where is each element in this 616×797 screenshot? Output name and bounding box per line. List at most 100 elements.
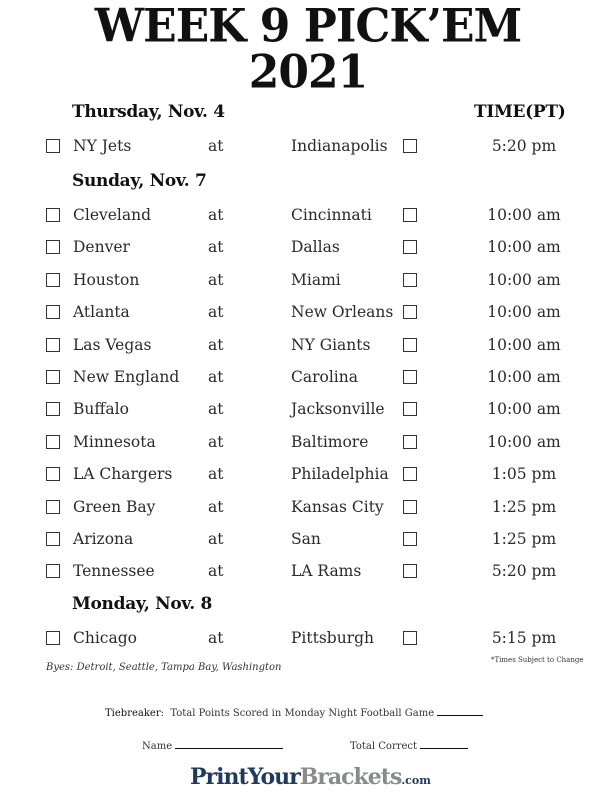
away-team: Tennessee [73,562,155,581]
away-pick-checkbox[interactable] [46,240,60,255]
home-pick-checkbox[interactable] [403,208,417,222]
away-team: Chicago [73,629,137,647]
day-heading: Sunday, Nov. 7 [72,171,207,191]
away-pick-checkbox[interactable] [46,370,60,384]
home-pick-checkbox[interactable] [403,532,417,546]
game-time: 5:20 pm [491,137,557,155]
home-team: LA Rams [291,562,362,581]
away-team: Las Vegas [73,335,152,354]
tiebreaker-input-line[interactable] [437,714,484,716]
game-time: 5:20 pm [491,562,557,581]
away-pick-checkbox[interactable] [46,139,60,153]
away-team: Denver [73,238,130,257]
home-team: Kansas City [291,497,384,516]
page-title-year: 2021 [248,45,368,100]
game-time: 10:00 am [487,432,561,451]
away-team: Houston [73,270,140,289]
away-pick-checkbox[interactable] [46,564,60,579]
page-title: WEEK 9 PICK’EM [94,0,522,54]
home-pick-checkbox[interactable] [403,139,417,153]
home-team: Pittsburgh [291,629,375,647]
game-time: 10:00 am [487,270,561,289]
byes-note: Byes: Detroit, Seattle, Tampa Bay, Washi… [46,662,282,673]
home-pick-checkbox[interactable] [403,370,417,384]
home-pick-checkbox[interactable] [403,434,417,449]
game-row: Atlanta at New Orleans 10:00 am [0,301,616,325]
at-label: at [208,270,224,289]
home-pick-checkbox[interactable] [403,272,417,287]
times-subject-to-change-note: *Times Subject to Change [491,656,584,664]
at-label: at [208,465,224,484]
away-pick-checkbox[interactable] [46,499,60,514]
game-time: 1:25 pm [491,497,557,516]
logo-part-printyour: PrintYour [190,764,301,790]
at-label: at [208,206,224,224]
game-time: 10:00 am [487,368,561,386]
game-row: Las Vegas at NY Giants 10:00 am [0,334,616,358]
day-heading: Thursday, Nov. 4 [72,102,225,122]
at-label: at [208,335,224,354]
game-row: Minnesota at Baltimore 10:00 am [0,431,616,455]
name-field: Name [142,741,284,752]
away-pick-checkbox[interactable] [46,402,60,417]
time-column-header: TIME(PT) [474,102,566,122]
at-label: at [208,368,224,386]
away-pick-checkbox[interactable] [46,467,60,482]
away-pick-checkbox[interactable] [46,434,60,449]
home-pick-checkbox[interactable] [403,240,417,255]
home-team: Cincinnati [291,206,372,224]
home-pick-checkbox[interactable] [403,305,417,320]
at-label: at [208,629,224,647]
away-pick-checkbox[interactable] [46,631,60,645]
home-team: Indianapolis [291,137,388,155]
game-time: 1:05 pm [491,465,557,484]
at-label: at [208,530,224,548]
name-input-line[interactable] [175,747,284,749]
game-time: 10:00 am [487,206,561,224]
home-team: Miami [291,270,341,289]
home-team: Carolina [291,368,358,386]
away-team: New England [73,368,180,386]
home-pick-checkbox[interactable] [403,402,417,417]
home-pick-checkbox[interactable] [403,337,417,352]
total-correct-label: Total Correct [350,741,418,752]
away-team: Green Bay [73,497,156,516]
game-row: Houston at Miami 10:00 am [0,269,616,293]
home-pick-checkbox[interactable] [403,467,417,482]
home-team: Dallas [291,238,340,257]
game-row: Denver at Dallas 10:00 am [0,236,616,260]
home-team: Baltimore [291,432,369,451]
game-row: LA Chargers at Philadelphia 1:05 pm [0,463,616,487]
game-time: 10:00 am [487,303,561,322]
total-correct-input-line[interactable] [420,747,469,749]
away-team: NY Jets [73,137,132,155]
away-team: Cleveland [73,206,152,224]
game-time: 1:25 pm [491,530,557,548]
game-row: Buffalo at Jacksonville 10:00 am [0,398,616,422]
away-pick-checkbox[interactable] [46,532,60,546]
home-pick-checkbox[interactable] [403,499,417,514]
away-pick-checkbox[interactable] [46,272,60,287]
away-pick-checkbox[interactable] [46,208,60,222]
name-label: Name [142,741,173,752]
home-pick-checkbox[interactable] [403,564,417,579]
game-row: New England at Carolina 10:00 am [0,366,616,390]
home-team: San [291,530,321,548]
printyourbrackets-logo: PrintYourBrackets.com [190,764,431,790]
away-team: Arizona [73,530,134,548]
away-team: Buffalo [73,400,129,419]
at-label: at [208,432,224,451]
tiebreaker-label: Tiebreaker: [105,708,164,719]
game-row: Tennessee at LA Rams 5:20 pm [0,560,616,584]
game-row: Green Bay at Kansas City 1:25 pm [0,496,616,520]
away-pick-checkbox[interactable] [46,305,60,320]
at-label: at [208,562,224,581]
home-team: Philadelphia [291,465,389,484]
away-pick-checkbox[interactable] [46,337,60,352]
tiebreaker-text: Total Points Scored in Monday Night Foot… [170,708,435,719]
tiebreaker: Tiebreaker: Total Points Scored in Monda… [105,708,484,719]
game-time: 10:00 am [487,400,561,419]
away-team: LA Chargers [73,465,173,484]
game-time: 5:15 pm [491,629,557,647]
home-pick-checkbox[interactable] [403,631,417,645]
